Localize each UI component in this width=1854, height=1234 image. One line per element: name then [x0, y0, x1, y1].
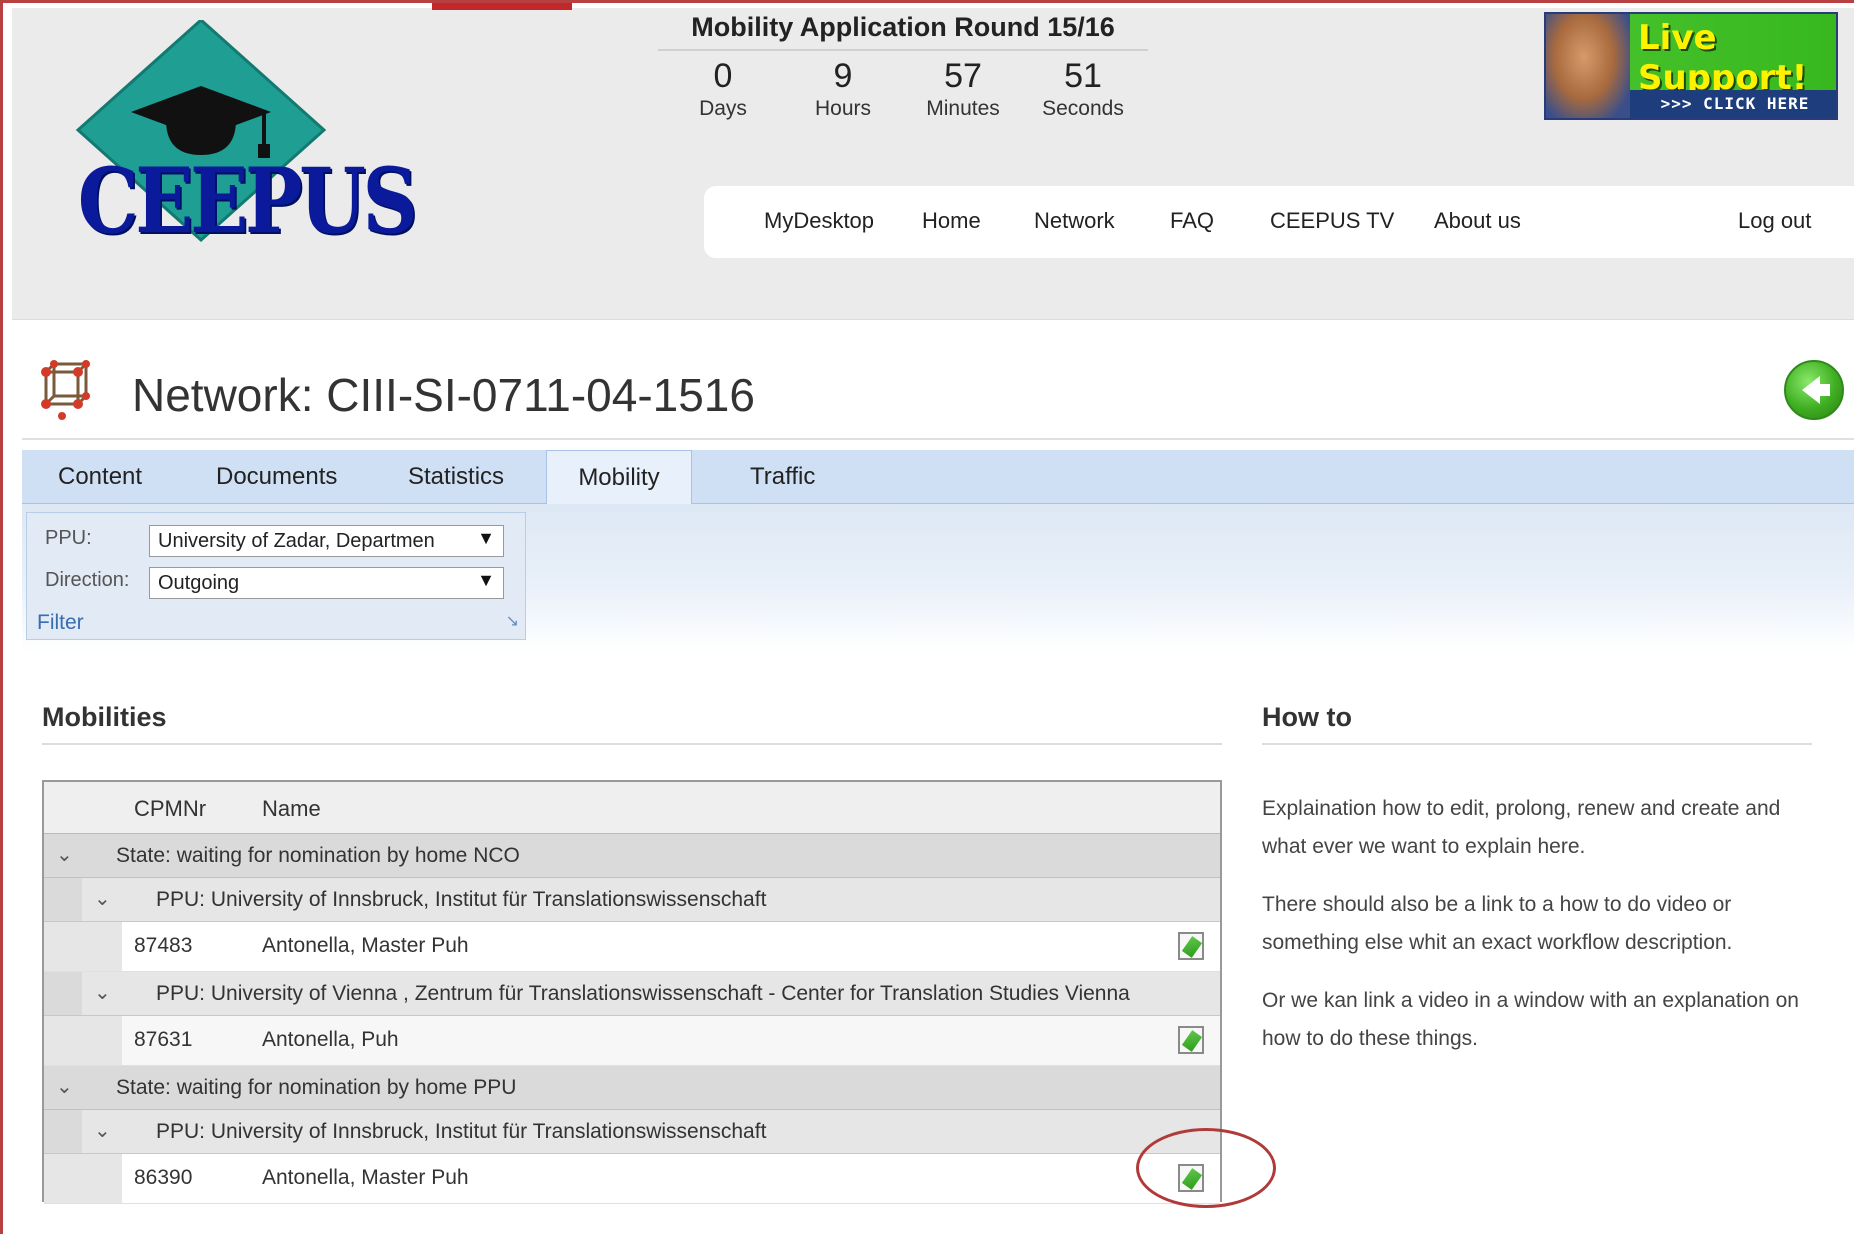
- countdown-title: Mobility Application Round 15/16: [658, 12, 1148, 51]
- group-ppu-label: PPU: University of Innsbruck, Institut f…: [156, 888, 767, 911]
- live-support-banner[interactable]: Live Support! >>> CLICK HERE: [1544, 12, 1838, 120]
- name-cell: Antonella, Master Puh: [262, 1166, 469, 1189]
- edit-icon[interactable]: [1178, 932, 1204, 960]
- application-countdown: Mobility Application Round 15/16 0 Days …: [658, 12, 1148, 121]
- table-row[interactable]: 87631 Antonella, Puh: [44, 1016, 1220, 1066]
- chevron-down-icon[interactable]: ⌄: [94, 886, 111, 911]
- countdown-minutes-label: Minutes: [926, 97, 1000, 120]
- group-state-label: State: waiting for nomination by home PP…: [116, 1076, 517, 1099]
- dropdown-arrow-icon: ▼: [477, 528, 495, 548]
- page-title: Network: CIII-SI-0711-04-1516: [132, 369, 755, 421]
- top-red-tab: [432, 0, 572, 10]
- ppu-label: PPU:: [45, 527, 92, 549]
- logout-link[interactable]: Log out: [1738, 208, 1811, 234]
- filter-bar: PPU: University of Zadar, Departmen ▼ Di…: [22, 504, 1854, 652]
- nav-ceepus-tv[interactable]: CEEPUS TV: [1270, 208, 1394, 234]
- filter-panel: PPU: University of Zadar, Departmen ▼ Di…: [26, 512, 526, 640]
- countdown-minutes-value: 57: [944, 57, 982, 95]
- chevron-down-icon[interactable]: ⌄: [94, 1118, 111, 1143]
- edit-icon[interactable]: [1178, 1026, 1204, 1054]
- grid-header: CPMNr Name: [44, 782, 1220, 834]
- howto-paragraph: There should also be a link to a how to …: [1262, 893, 1733, 954]
- countdown-hours-value: 9: [833, 57, 853, 95]
- table-row[interactable]: 86390 Antonella, Master Puh: [44, 1154, 1220, 1204]
- countdown-seconds: 51 Seconds: [1023, 57, 1143, 121]
- tab-content[interactable]: Content: [44, 450, 156, 504]
- column-header-name[interactable]: Name: [262, 796, 321, 822]
- network-tabs: Content Documents Statistics Mobility Tr…: [22, 450, 1854, 505]
- group-row-ppu[interactable]: ⌄ PPU: University of Innsbruck, Institut…: [44, 878, 1220, 922]
- countdown-seconds-value: 51: [1064, 57, 1102, 95]
- nav-network[interactable]: Network: [1034, 208, 1115, 234]
- cpmnr-cell: 87631: [134, 1028, 193, 1051]
- chevron-down-icon[interactable]: ⌄: [56, 842, 73, 867]
- table-row[interactable]: 87483 Antonella, Master Puh: [44, 922, 1220, 972]
- howto-text: Explaination how to edit, prolong, renew…: [1262, 790, 1812, 1078]
- highlight-circle-annotation: [1136, 1128, 1276, 1208]
- countdown-days-label: Days: [699, 97, 747, 120]
- ceepus-logo[interactable]: CEEPUS: [56, 17, 418, 260]
- countdown-minutes: 57 Minutes: [903, 57, 1023, 121]
- group-row-ppu[interactable]: ⌄ PPU: University of Innsbruck, Institut…: [44, 1110, 1220, 1154]
- countdown-hours: 9 Hours: [783, 57, 903, 121]
- cpmnr-cell: 87483: [134, 934, 193, 957]
- page-title-row: Network: CIII-SI-0711-04-1516: [22, 350, 1854, 440]
- ppu-select[interactable]: University of Zadar, Departmen ▼: [149, 525, 504, 557]
- filter-caption: Filter: [37, 611, 84, 634]
- group-ppu-label: PPU: University of Innsbruck, Institut f…: [156, 1120, 767, 1143]
- mobilities-heading: Mobilities: [42, 702, 1222, 745]
- name-cell: Antonella, Master Puh: [262, 934, 469, 957]
- group-ppu-label: PPU: University of Vienna , Zentrum für …: [156, 982, 1130, 1005]
- nav-faq[interactable]: FAQ: [1170, 208, 1214, 234]
- group-row-ppu[interactable]: ⌄ PPU: University of Vienna , Zentrum fü…: [44, 972, 1220, 1016]
- tab-traffic[interactable]: Traffic: [736, 450, 829, 504]
- chevron-down-icon[interactable]: ⌄: [56, 1074, 73, 1099]
- countdown-days-value: 0: [713, 57, 733, 95]
- expand-icon[interactable]: ↘: [506, 611, 519, 631]
- nav-mydesktop[interactable]: MyDesktop: [764, 208, 874, 234]
- nav-home[interactable]: Home: [922, 208, 981, 234]
- cpmnr-cell: 86390: [134, 1166, 193, 1189]
- howto-paragraph: Explaination how to edit, prolong, renew…: [1262, 797, 1781, 858]
- direction-select[interactable]: Outgoing ▼: [149, 567, 504, 599]
- tab-statistics[interactable]: Statistics: [394, 450, 518, 504]
- countdown-days: 0 Days: [663, 57, 783, 121]
- tab-documents[interactable]: Documents: [202, 450, 351, 504]
- live-support-cta: >>> CLICK HERE: [1630, 90, 1836, 118]
- direction-select-value: Outgoing: [158, 572, 240, 594]
- countdown-hours-label: Hours: [814, 97, 872, 120]
- support-agent-image: [1546, 14, 1630, 118]
- logo-text: CEEPUS: [77, 148, 418, 254]
- group-row-state[interactable]: ⌄ State: waiting for nomination by home …: [44, 834, 1220, 878]
- countdown-seconds-label: Seconds: [1042, 97, 1124, 120]
- mobilities-grid: CPMNr Name ⌄ State: waiting for nominati…: [42, 780, 1222, 1204]
- main-nav: MyDesktop Home Network FAQ CEEPUS TV Abo…: [704, 186, 1854, 258]
- howto-heading: How to: [1262, 702, 1812, 745]
- arrow-left-icon: [1802, 376, 1830, 404]
- howto-paragraph: Or we kan link a video in a window with …: [1262, 989, 1799, 1050]
- live-support-title: Live Support!: [1638, 18, 1808, 98]
- chevron-down-icon[interactable]: ⌄: [94, 980, 111, 1005]
- back-button[interactable]: [1784, 360, 1844, 420]
- group-state-label: State: waiting for nomination by home NC…: [116, 844, 520, 867]
- network-molecule-icon: [41, 360, 90, 420]
- dropdown-arrow-icon: ▼: [477, 570, 495, 590]
- direction-label: Direction:: [45, 569, 130, 591]
- column-header-cpmnr[interactable]: CPMNr: [134, 796, 206, 822]
- name-cell: Antonella, Puh: [262, 1028, 399, 1051]
- ppu-select-value: University of Zadar, Departmen: [158, 530, 435, 552]
- group-row-state[interactable]: ⌄ State: waiting for nomination by home …: [44, 1066, 1220, 1110]
- tab-mobility[interactable]: Mobility: [546, 450, 692, 505]
- nav-about-us[interactable]: About us: [1434, 208, 1521, 234]
